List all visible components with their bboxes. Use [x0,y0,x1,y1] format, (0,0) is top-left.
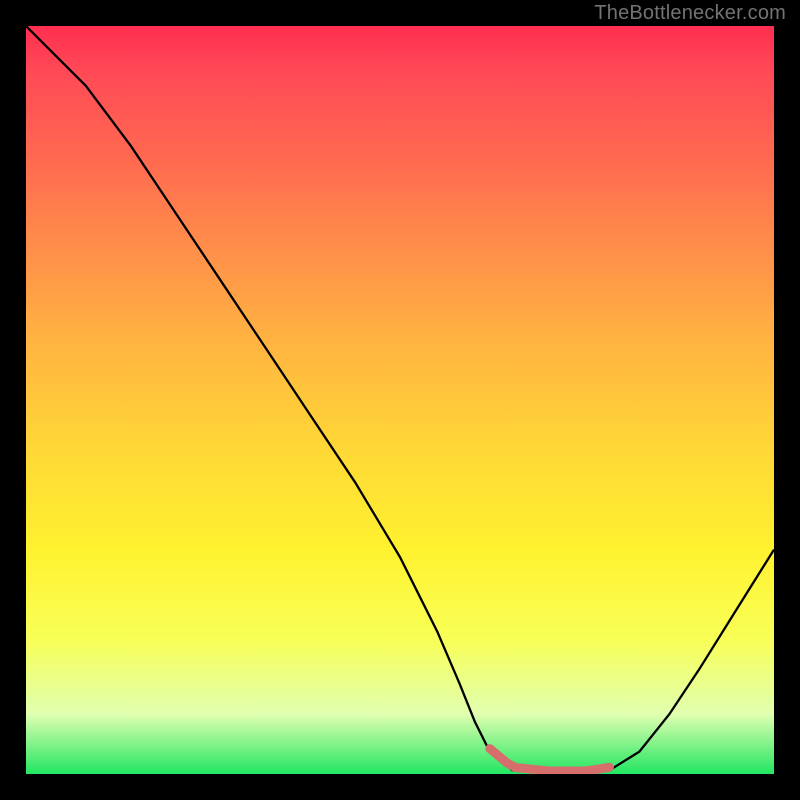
nadir-highlight [490,749,610,771]
bottleneck-curve-plot [26,26,774,774]
bottleneck-curve [26,26,774,774]
credit-watermark: TheBottlenecker.com [594,2,786,25]
